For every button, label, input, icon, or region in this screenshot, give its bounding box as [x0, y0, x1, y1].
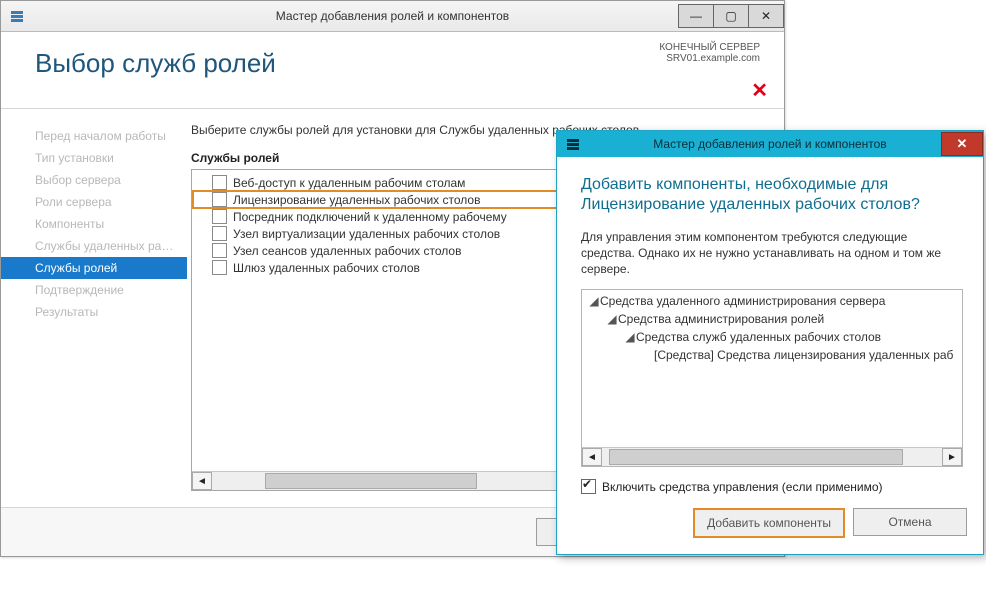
close-button[interactable]: ✕: [748, 4, 784, 28]
role-label: Шлюз удаленных рабочих столов: [233, 261, 420, 275]
tree-toggle-icon[interactable]: ◢: [588, 294, 600, 308]
nav-step-6[interactable]: Службы ролей: [1, 257, 187, 279]
include-tools-label: Включить средства управления (если приме…: [602, 480, 883, 494]
dialog-heading: Добавить компоненты, необходимые для Лиц…: [581, 175, 963, 215]
dialog-cancel-button[interactable]: Отмена: [853, 508, 967, 536]
window-buttons: — ▢ ✕: [678, 4, 784, 28]
dest-label: КОНЕЧНЫЙ СЕРВЕР: [659, 42, 760, 53]
nav-step-2[interactable]: Выбор сервера: [1, 169, 187, 191]
banner: Выбор служб ролей КОНЕЧНЫЙ СЕРВЕР SRV01.…: [1, 32, 784, 109]
role-label: Узел сеансов удаленных рабочих столов: [233, 244, 461, 258]
scroll-track[interactable]: [602, 448, 942, 466]
nav-step-5[interactable]: Службы удаленных рабо...: [1, 235, 187, 257]
nav-step-7[interactable]: Подтверждение: [1, 279, 187, 301]
dialog-text: Для управления этим компонентом требуютс…: [581, 229, 963, 277]
wizard-nav: Перед началом работыТип установкиВыбор с…: [1, 109, 187, 507]
destination-server: КОНЕЧНЫЙ СЕРВЕР SRV01.example.com: [659, 42, 760, 64]
tree-node[interactable]: Средства администрирования ролей: [618, 312, 824, 326]
nav-step-3[interactable]: Роли сервера: [1, 191, 187, 213]
minimize-button[interactable]: —: [678, 4, 714, 28]
nav-step-1[interactable]: Тип установки: [1, 147, 187, 169]
role-checkbox[interactable]: [212, 226, 227, 241]
add-features-button[interactable]: Добавить компоненты: [693, 508, 845, 538]
maximize-button[interactable]: ▢: [713, 4, 749, 28]
dialog-title: Мастер добавления ролей и компонентов: [557, 137, 983, 151]
scroll-right-icon[interactable]: ►: [942, 448, 962, 466]
features-tree[interactable]: ◢Средства удаленного администрирования с…: [584, 292, 962, 446]
clear-icon[interactable]: ✕: [751, 78, 768, 103]
scroll-thumb[interactable]: [609, 449, 903, 465]
page-title: Выбор служб ролей: [35, 48, 760, 79]
role-checkbox[interactable]: [212, 175, 227, 190]
dialog-buttons: Добавить компоненты Отмена: [557, 508, 983, 554]
tree-node[interactable]: Средства служб удаленных рабочих столов: [636, 330, 881, 344]
role-label: Узел виртуализации удаленных рабочих сто…: [233, 227, 500, 241]
nav-step-0[interactable]: Перед началом работы: [1, 125, 187, 147]
server-manager-icon: [565, 136, 581, 152]
scroll-left-icon[interactable]: ◄: [192, 472, 212, 490]
tree-node[interactable]: Средства удаленного администрирования се…: [600, 294, 885, 308]
dialog-body: Добавить компоненты, необходимые для Лиц…: [557, 157, 983, 508]
nav-step-4[interactable]: Компоненты: [1, 213, 187, 235]
scroll-left-icon[interactable]: ◄: [582, 448, 602, 466]
window-titlebar: Мастер добавления ролей и компонентов — …: [1, 1, 784, 32]
dialog-close-button[interactable]: ✕: [941, 132, 983, 156]
include-tools-checkbox[interactable]: [581, 479, 596, 494]
role-checkbox[interactable]: [212, 243, 227, 258]
add-features-dialog: Мастер добавления ролей и компонентов ✕ …: [556, 130, 984, 555]
scroll-thumb[interactable]: [265, 473, 478, 489]
nav-step-8[interactable]: Результаты: [1, 301, 187, 323]
dialog-titlebar: Мастер добавления ролей и компонентов ✕: [557, 131, 983, 157]
role-label: Лицензирование удаленных рабочих столов: [233, 193, 480, 207]
include-tools-row[interactable]: Включить средства управления (если приме…: [581, 479, 963, 494]
tree-toggle-icon[interactable]: ◢: [624, 330, 636, 344]
server-manager-icon: [9, 8, 25, 24]
role-checkbox[interactable]: [212, 209, 227, 224]
tree-hscrollbar[interactable]: ◄ ►: [582, 447, 962, 466]
tree-toggle-icon[interactable]: ◢: [606, 312, 618, 326]
window-title: Мастер добавления ролей и компонентов: [1, 9, 784, 23]
role-checkbox[interactable]: [212, 192, 227, 207]
role-label: Веб-доступ к удаленным рабочим столам: [233, 176, 465, 190]
dest-name: SRV01.example.com: [659, 53, 760, 64]
role-label: Посредник подключений к удаленному рабоч…: [233, 210, 507, 224]
features-treebox: ◢Средства удаленного администрирования с…: [581, 289, 963, 467]
role-checkbox[interactable]: [212, 260, 227, 275]
tree-leaf[interactable]: [Средства] Средства лицензирования удале…: [654, 348, 953, 362]
